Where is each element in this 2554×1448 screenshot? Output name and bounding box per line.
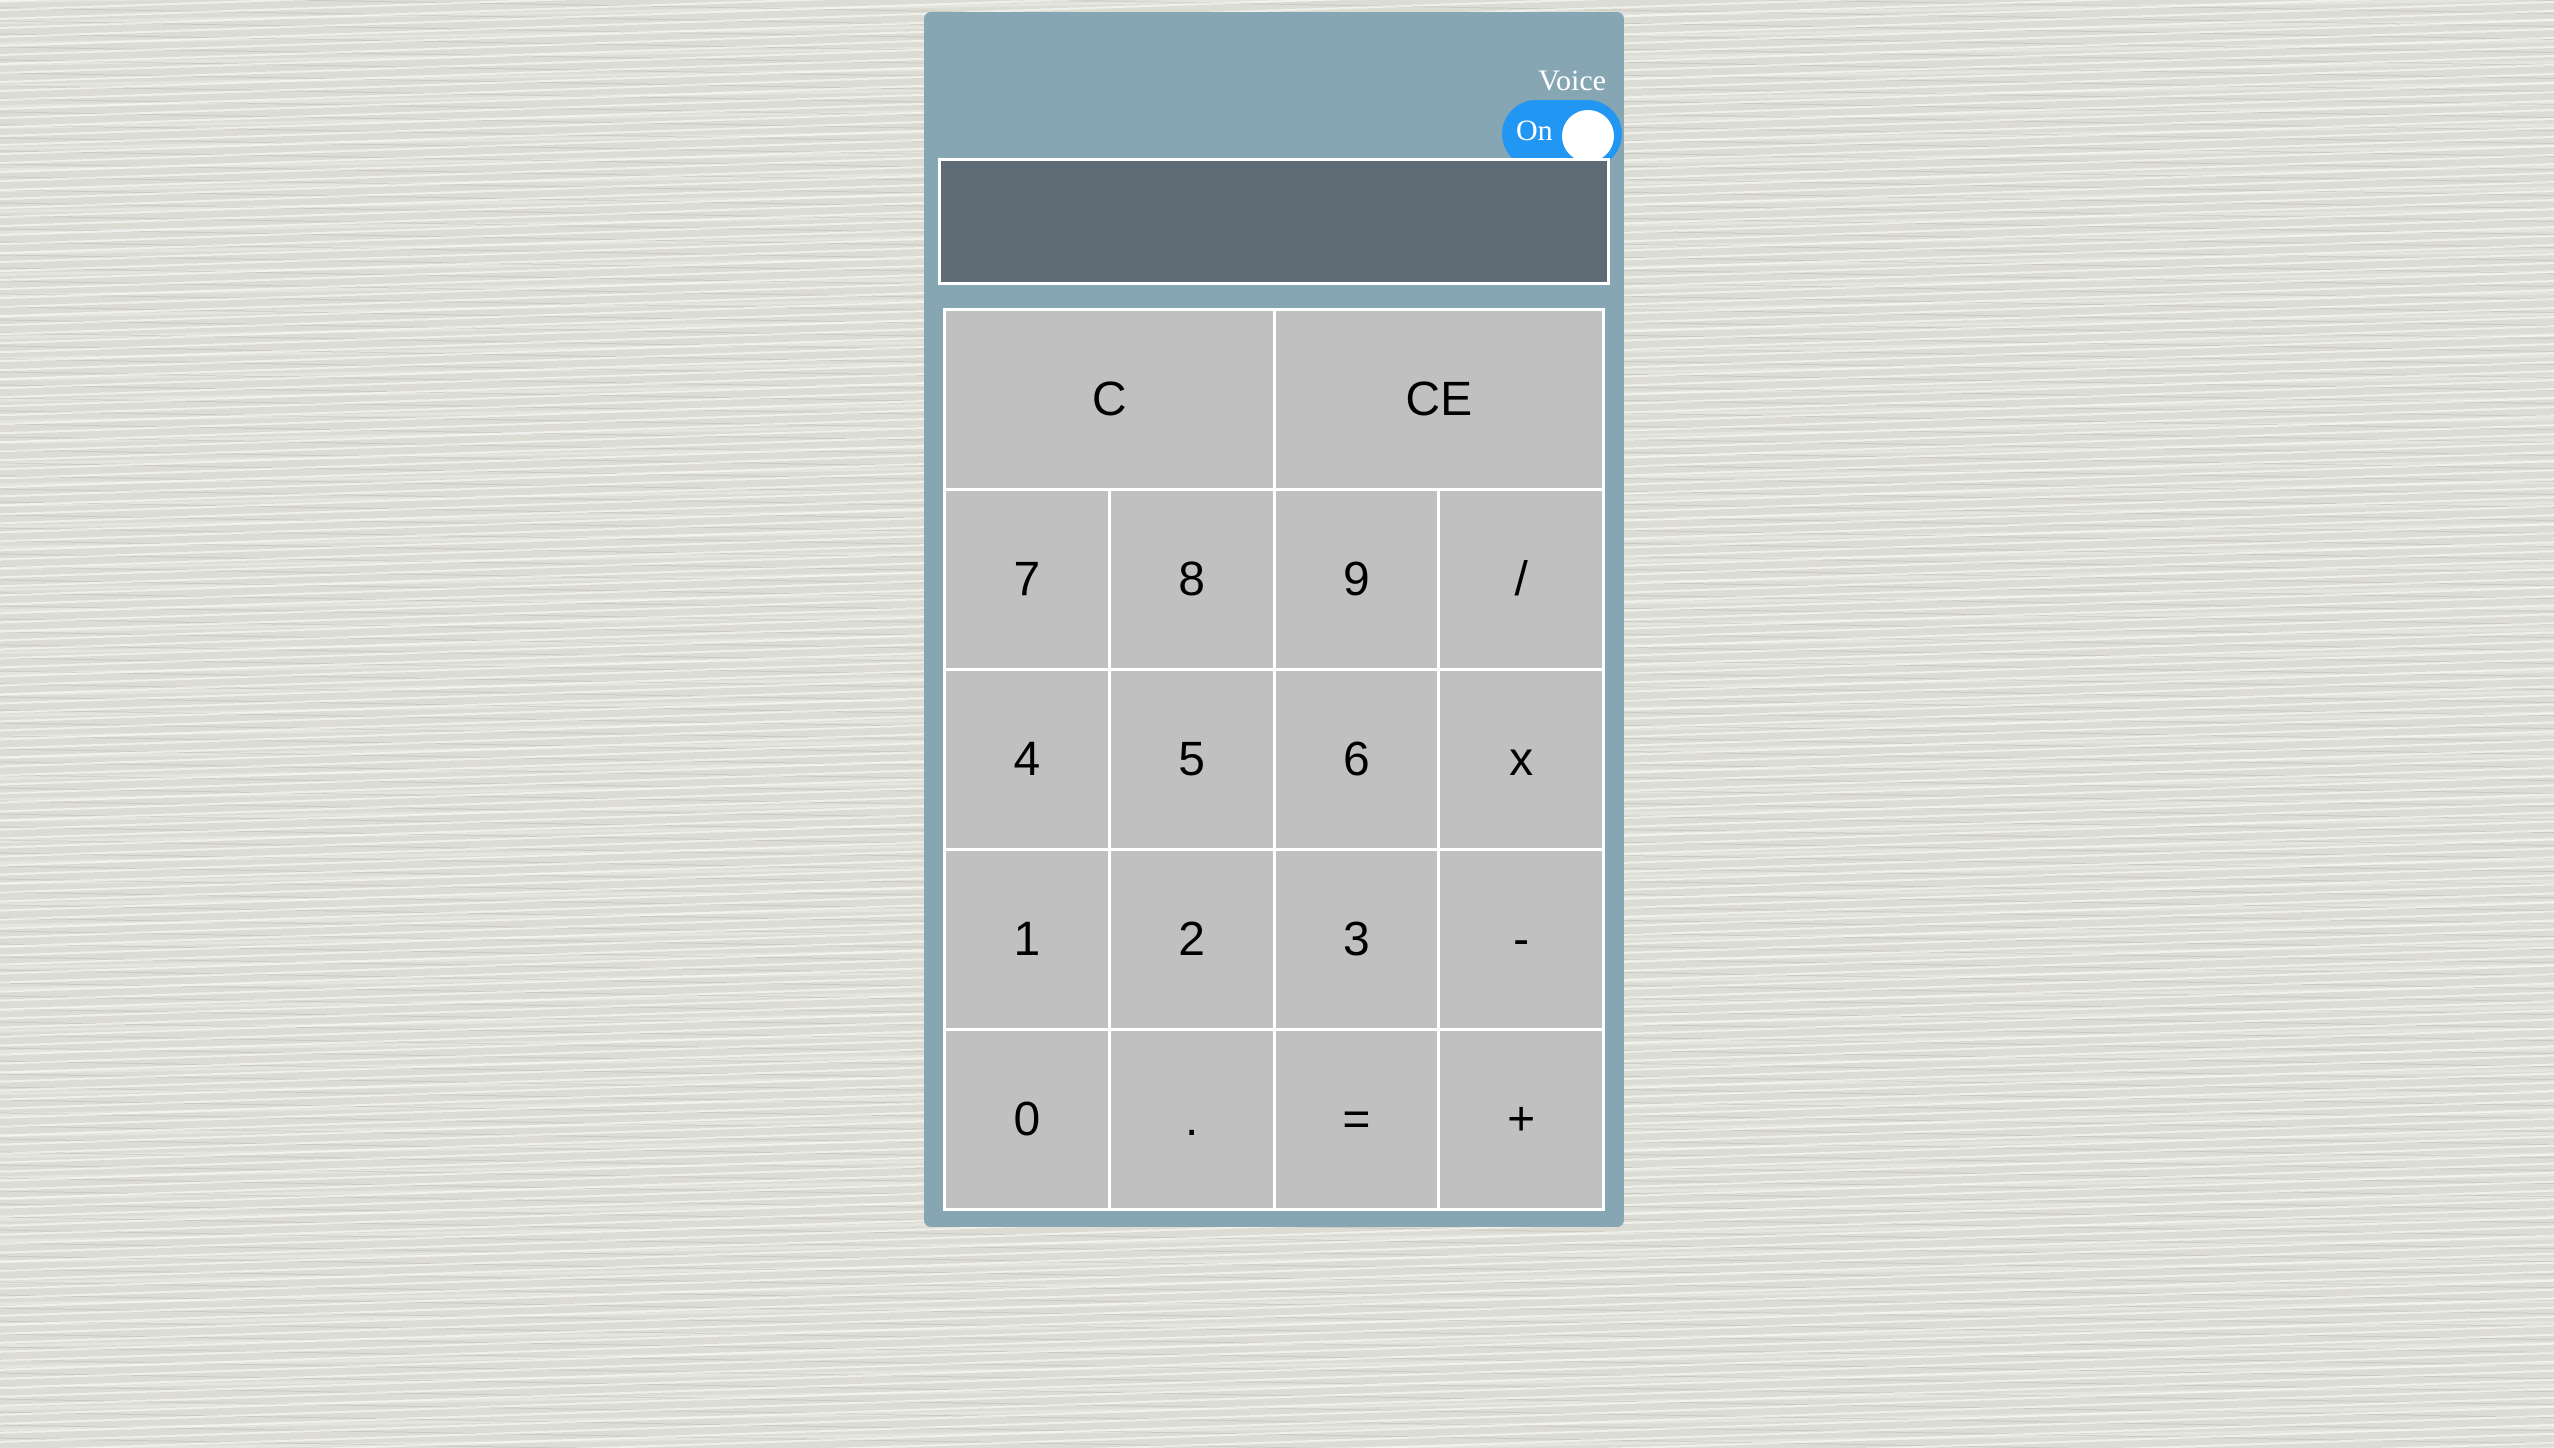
- digit-9-button[interactable]: 9: [1275, 491, 1438, 668]
- voice-toggle-state-text: On: [1516, 114, 1553, 147]
- digit-2-button[interactable]: 2: [1110, 851, 1273, 1028]
- digit-7-button[interactable]: 7: [946, 491, 1108, 668]
- add-button[interactable]: +: [1440, 1031, 1602, 1208]
- clear-entry-button[interactable]: CE: [1275, 311, 1602, 488]
- keypad: C CE 7 8 9 / 4 5 6 x 1 2 3 - 0 . = +: [943, 308, 1605, 1211]
- multiply-button[interactable]: x: [1440, 671, 1602, 848]
- toggle-knob-icon: [1562, 110, 1614, 162]
- decimal-button[interactable]: .: [1110, 1031, 1273, 1208]
- digit-5-button[interactable]: 5: [1110, 671, 1273, 848]
- calculator-display: [938, 158, 1610, 285]
- digit-1-button[interactable]: 1: [946, 851, 1108, 1028]
- voice-control: Voice On: [1486, 52, 1622, 172]
- calculator: Voice On C CE 7 8 9 / 4 5 6 x 1 2 3 - 0 …: [924, 12, 1624, 1227]
- digit-4-button[interactable]: 4: [946, 671, 1108, 848]
- subtract-button[interactable]: -: [1440, 851, 1602, 1028]
- digit-8-button[interactable]: 8: [1110, 491, 1273, 668]
- divide-button[interactable]: /: [1440, 491, 1602, 668]
- equals-button[interactable]: =: [1275, 1031, 1438, 1208]
- digit-0-button[interactable]: 0: [946, 1031, 1108, 1208]
- digit-3-button[interactable]: 3: [1275, 851, 1438, 1028]
- digit-6-button[interactable]: 6: [1275, 671, 1438, 848]
- voice-label: Voice: [1538, 64, 1606, 97]
- clear-button[interactable]: C: [946, 311, 1273, 488]
